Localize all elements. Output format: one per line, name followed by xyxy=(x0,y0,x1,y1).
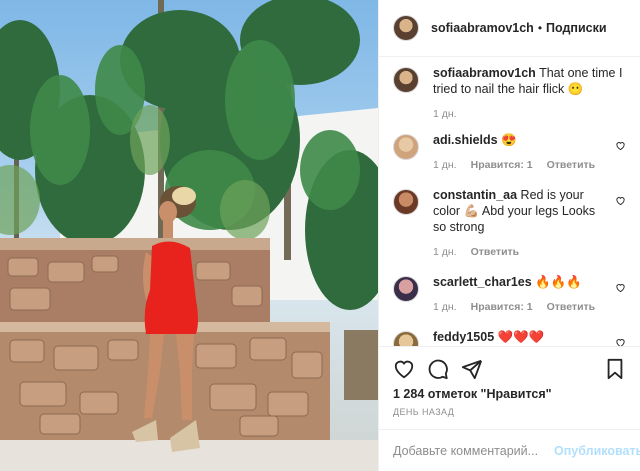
comment-username[interactable]: feddy1505 xyxy=(433,330,494,344)
caption: sofiaabramov1ch That one time I tried to… xyxy=(393,65,626,120)
header-username[interactable]: sofiaabramov1ch xyxy=(431,21,534,35)
comment-text: 😍 xyxy=(501,133,517,147)
post-header: sofiaabramov1ch • Подписки xyxy=(379,0,640,57)
publish-button[interactable]: Опубликовать xyxy=(554,444,640,458)
comments-list[interactable]: sofiaabramov1ch That one time I tried to… xyxy=(379,57,640,346)
comment-time[interactable]: 1 дн. xyxy=(433,246,457,258)
caption-username[interactable]: sofiaabramov1ch xyxy=(433,66,536,80)
comment-likes[interactable]: Нравится: 1 xyxy=(471,159,533,171)
follow-button[interactable]: Подписки xyxy=(546,21,607,35)
avatar[interactable] xyxy=(393,134,419,160)
list-item: feddy1505 ❤️❤️❤️ xyxy=(393,329,626,346)
reply-button[interactable]: Ответить xyxy=(547,159,596,171)
heart-icon[interactable] xyxy=(615,140,626,151)
avatar[interactable] xyxy=(393,189,419,215)
comment-username[interactable]: constantin_aa xyxy=(433,188,517,202)
add-comment-bar: Опубликовать xyxy=(379,429,640,471)
comment-time[interactable]: 1 дн. xyxy=(433,301,457,313)
avatar[interactable] xyxy=(393,276,419,302)
reply-button[interactable]: Ответить xyxy=(547,301,596,313)
caption-time[interactable]: 1 дн. xyxy=(433,108,457,120)
comment-text: ❤️❤️❤️ xyxy=(497,330,545,344)
comment-likes[interactable]: Нравится: 1 xyxy=(471,301,533,313)
comment-text: 🔥🔥🔥 xyxy=(535,275,582,289)
header-separator: • xyxy=(537,21,543,35)
list-item: scarlett_char1es 🔥🔥🔥 1 дн. Нравится: 1 О… xyxy=(393,274,626,313)
avatar[interactable] xyxy=(393,331,419,346)
avatar[interactable] xyxy=(393,67,419,93)
share-send-icon[interactable] xyxy=(461,358,483,380)
comment-time[interactable]: 1 дн. xyxy=(433,159,457,171)
heart-icon[interactable] xyxy=(615,282,626,293)
likes-count[interactable]: 1 284 отметок "Нравится" xyxy=(393,387,626,401)
post-date[interactable]: ДЕНЬ НАЗАД xyxy=(393,407,626,417)
heart-icon[interactable] xyxy=(615,337,626,346)
reply-button[interactable]: Ответить xyxy=(471,246,520,258)
instagram-post: sofiaabramov1ch • Подписки sofiaabramov1… xyxy=(0,0,640,471)
bookmark-icon[interactable] xyxy=(604,358,626,380)
post-actions: 1 284 отметок "Нравится" ДЕНЬ НАЗАД xyxy=(379,346,640,429)
comment-username[interactable]: adi.shields xyxy=(433,133,498,147)
photo-scene xyxy=(0,0,378,471)
post-photo[interactable] xyxy=(0,0,378,471)
list-item: adi.shields 😍 1 дн. Нравится: 1 Ответить xyxy=(393,132,626,171)
comment-username[interactable]: scarlett_char1es xyxy=(433,275,532,289)
list-item: constantin_aa Red is your color 💪🏼 Abd y… xyxy=(393,187,626,258)
heart-icon[interactable] xyxy=(615,195,626,206)
avatar[interactable] xyxy=(393,15,419,41)
like-heart-icon[interactable] xyxy=(393,358,415,380)
comment-input[interactable] xyxy=(393,443,554,458)
post-sidebar: sofiaabramov1ch • Подписки sofiaabramov1… xyxy=(378,0,640,471)
comment-bubble-icon[interactable] xyxy=(427,358,449,380)
